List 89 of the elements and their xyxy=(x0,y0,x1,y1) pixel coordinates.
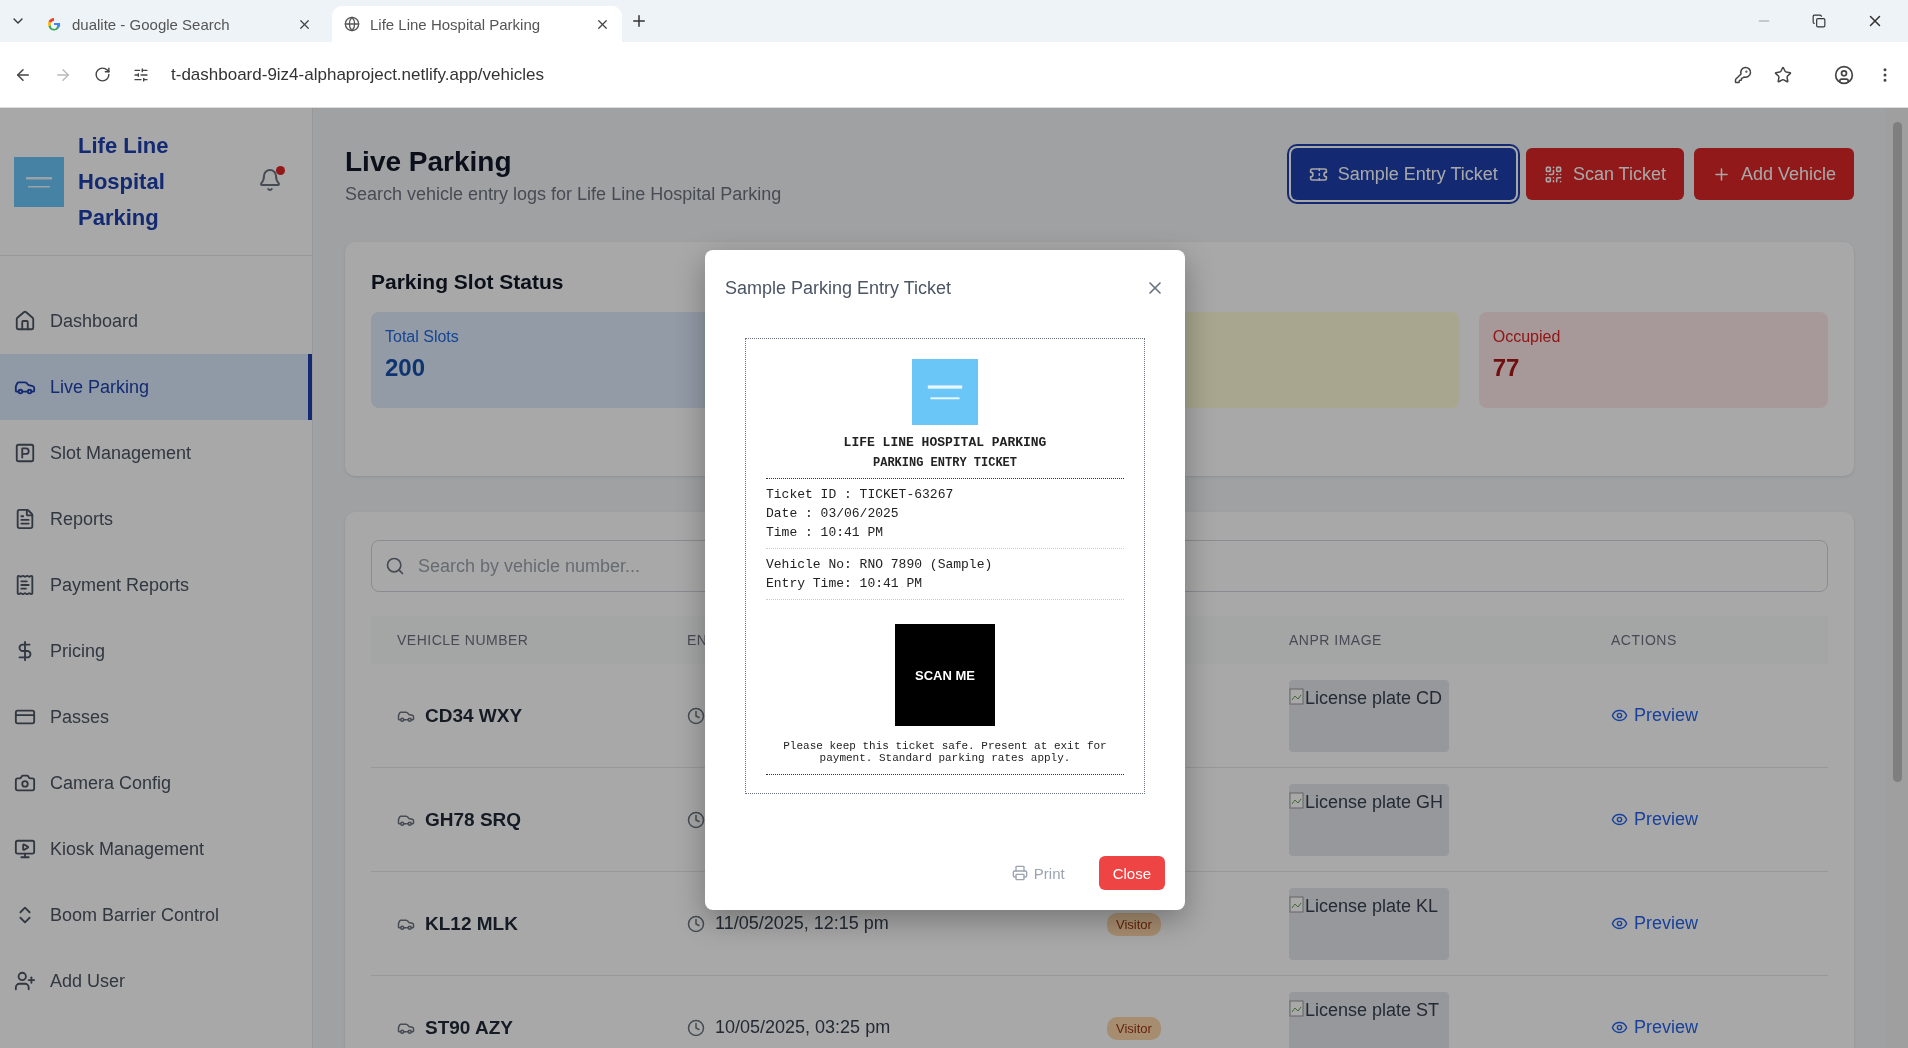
globe-icon xyxy=(344,16,360,32)
address-field[interactable]: t-dashboard-9iz4-alphaproject.netlify.app/vehicles xyxy=(171,64,1712,85)
column-header: VEHICLE NUMBER xyxy=(397,632,530,648)
preview-link[interactable]: Preview xyxy=(1611,913,1828,934)
clock-icon xyxy=(687,810,705,829)
home-icon xyxy=(14,310,36,332)
printer-icon xyxy=(1011,865,1028,881)
license-plate-image: License plate ST xyxy=(1289,991,1449,1048)
ticket-line: Time : 10:41 PM xyxy=(766,525,885,540)
nav-item[interactable]: Boom Barrier Control xyxy=(0,882,312,948)
preview-link[interactable]: Preview xyxy=(1611,1017,1828,1038)
bookmark-icon[interactable] xyxy=(1774,65,1792,84)
column-header: ANPR IMAGE xyxy=(1289,632,1383,648)
app-title: Life Line Hospital Parking xyxy=(78,131,170,232)
ticket-line: Ticket ID : TICKET-63267 xyxy=(766,487,955,502)
vehicle-number: KL12 MLK xyxy=(425,912,518,935)
stat-label: Occupied xyxy=(1492,328,1562,346)
nav-item[interactable]: Kiosk Management xyxy=(0,816,312,882)
ticket-subheading: PARKING ENTRY TICKET xyxy=(873,456,1017,470)
qr-code: SCAN ME xyxy=(895,624,995,726)
logo-icon xyxy=(14,156,64,207)
logo-icon xyxy=(912,359,978,425)
add-user-icon xyxy=(14,970,36,992)
nav-item[interactable]: Add User xyxy=(0,948,312,1014)
page-title: Live Parking xyxy=(345,146,513,178)
clock-icon xyxy=(687,1018,705,1037)
column-header: ACTIONS xyxy=(1611,632,1678,648)
nav-item[interactable]: Dashboard xyxy=(0,288,312,354)
key-icon[interactable] xyxy=(1734,65,1752,84)
header-button[interactable]: Add Vehicle xyxy=(1693,148,1854,200)
browser-tab[interactable]: dualite - Google Search xyxy=(34,6,324,42)
bell-icon[interactable] xyxy=(258,167,282,192)
print-button[interactable]: Print xyxy=(997,856,1079,890)
eye-icon xyxy=(1611,811,1628,828)
vehicle-number: GH78 SRQ xyxy=(425,808,522,831)
stat-value: 77 xyxy=(1492,354,1521,382)
header-button[interactable]: Scan Ticket xyxy=(1525,148,1684,200)
ticket-line: Entry Time: 10:41 PM xyxy=(766,576,924,591)
type-badge: Visitor xyxy=(1107,912,1161,936)
ticket-heading: LIFE LINE HOSPITAL PARKING xyxy=(843,435,1047,450)
parking-icon xyxy=(14,442,36,464)
broken-image-icon xyxy=(1289,791,1305,810)
preview-link[interactable]: Preview xyxy=(1611,809,1828,830)
monitor-icon xyxy=(14,838,36,860)
ticket-line: Vehicle No: RNO 7890 (Sample) xyxy=(766,557,994,572)
reload-icon[interactable] xyxy=(94,66,111,83)
license-plate-image: License plate GH xyxy=(1289,783,1449,856)
close-button[interactable]: Close xyxy=(1098,856,1165,890)
stat-value: 200 xyxy=(385,354,427,382)
broken-image-icon xyxy=(1289,895,1305,914)
eye-icon xyxy=(1611,707,1628,724)
search-icon xyxy=(385,556,405,576)
restore-icon[interactable] xyxy=(1812,14,1826,28)
ticket-line: Date : 03/06/2025 xyxy=(766,506,900,521)
nav-item[interactable]: Passes xyxy=(0,684,312,750)
nav-item[interactable]: Payment Reports xyxy=(0,552,312,618)
browser-tab[interactable]: Life Line Hospital Parking xyxy=(332,6,622,42)
new-tab-icon[interactable] xyxy=(630,12,648,30)
vehicle-number: CD34 WXY xyxy=(425,704,523,727)
broken-image-icon xyxy=(1289,687,1305,706)
clock-icon xyxy=(687,914,705,933)
eye-icon xyxy=(1611,1019,1628,1036)
document-icon xyxy=(14,508,36,530)
receipt-icon xyxy=(14,574,36,596)
license-plate-image: License plate KL xyxy=(1289,887,1449,960)
vehicle-number: ST90 AZY xyxy=(425,1016,513,1039)
clock-icon xyxy=(687,706,705,725)
entry-time: 10/05/2025, 03:25 pm xyxy=(715,1017,891,1038)
dialog-title: Sample Parking Entry Ticket xyxy=(725,277,952,299)
nav-item[interactable]: Slot Management xyxy=(0,420,312,486)
page-subtitle: Search vehicle entry logs for Life Line Hospital Parking xyxy=(345,184,782,205)
nav-item[interactable]: Pricing xyxy=(0,618,312,684)
preview-link[interactable]: Preview xyxy=(1611,705,1828,726)
panel-title: Parking Slot Status xyxy=(371,270,564,294)
nav-item[interactable]: Reports xyxy=(0,486,312,552)
nav-item[interactable]: Camera Config xyxy=(0,750,312,816)
entry-time: 11/05/2025, 12:15 pm xyxy=(715,913,889,934)
type-badge: Visitor xyxy=(1107,1016,1161,1040)
broken-image-icon xyxy=(1289,999,1305,1018)
google-icon xyxy=(46,16,62,32)
qr-code-icon xyxy=(1543,164,1563,184)
nav-item[interactable]: Live Parking xyxy=(0,354,312,420)
profile-icon[interactable] xyxy=(1834,64,1854,85)
license-plate-image: License plate CD xyxy=(1289,679,1449,752)
stat-label: Total Slots xyxy=(385,328,460,346)
eye-icon xyxy=(1611,915,1628,932)
ticket-note: Please keep this ticket safe. Present at exit for payment. Standard parking rates apply. xyxy=(766,740,1124,775)
camera-icon xyxy=(14,772,36,794)
site-settings-icon[interactable] xyxy=(133,66,149,83)
